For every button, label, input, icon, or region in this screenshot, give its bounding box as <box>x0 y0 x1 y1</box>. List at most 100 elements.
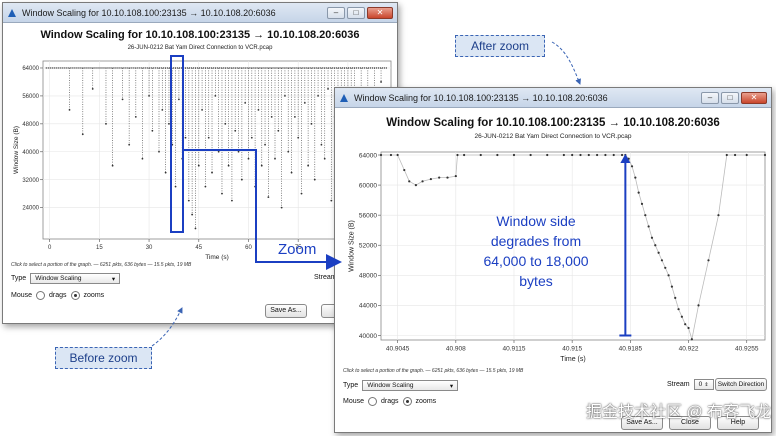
data-point <box>286 67 288 69</box>
x-tick-label: 45 <box>195 245 202 251</box>
data-point <box>91 88 94 90</box>
drags-label: drags <box>381 398 399 405</box>
data-point <box>97 67 99 69</box>
mouse-control: Mouse drags zooms <box>343 397 436 406</box>
data-point <box>284 95 286 97</box>
type-select[interactable]: Window Scaling ▾ <box>30 273 121 284</box>
data-point <box>733 153 737 157</box>
close-window-button[interactable]: ✕ <box>367 6 393 19</box>
data-point <box>127 67 129 69</box>
minimize-button[interactable]: – <box>701 91 719 104</box>
drags-radio[interactable] <box>368 397 378 406</box>
data-point <box>654 244 657 247</box>
zooms-label: zooms <box>415 398 437 405</box>
data-point <box>105 122 107 125</box>
data-point <box>232 67 234 69</box>
data-point <box>61 67 63 69</box>
data-point <box>326 67 328 69</box>
data-point <box>197 164 200 167</box>
data-point <box>637 191 640 194</box>
y-tick-label: 40000 <box>359 333 377 340</box>
x-tick-label: 40.922 <box>679 346 699 353</box>
data-point <box>111 164 114 167</box>
data-point <box>479 153 482 157</box>
data-point <box>262 67 264 69</box>
title-bar[interactable]: Window Scaling for 10.10.108.100:23135 →… <box>335 88 771 108</box>
data-point <box>137 67 139 69</box>
data-point <box>172 67 175 69</box>
data-point <box>107 67 109 69</box>
after-zoom-callout: After zoom <box>455 35 545 57</box>
y-tick-label: 56000 <box>22 94 39 100</box>
data-point <box>237 150 240 153</box>
data-point <box>67 67 69 69</box>
graph-subtitle: 26-JUN-0212 Bat Yam Direct Connection to… <box>127 45 273 51</box>
data-point <box>234 129 237 132</box>
type-select[interactable]: Window Scaling ▾ <box>362 380 459 391</box>
data-point <box>297 136 300 139</box>
data-point <box>164 171 167 174</box>
data-point <box>51 67 53 69</box>
annotation-line-1: Window side <box>496 213 576 229</box>
data-point <box>571 153 574 157</box>
data-point <box>270 115 273 118</box>
type-select-value: Window Scaling <box>367 382 414 389</box>
data-point <box>161 108 164 111</box>
data-point <box>385 67 387 69</box>
data-point <box>414 183 418 187</box>
data-point <box>292 67 294 69</box>
zoom-label: Zoom <box>278 241 317 258</box>
data-point <box>684 323 687 326</box>
maximize-button[interactable]: □ <box>347 6 365 19</box>
data-point <box>307 164 310 167</box>
annotation-line-2: degrades from <box>490 233 582 249</box>
wireshark-fin-icon <box>8 8 16 17</box>
data-point <box>139 67 141 69</box>
zooms-radio[interactable] <box>402 397 412 406</box>
minimize-button[interactable]: – <box>327 6 345 19</box>
y-tick-label: 40000 <box>22 150 39 156</box>
data-point <box>125 67 127 69</box>
data-point <box>266 67 268 69</box>
data-point <box>403 168 406 172</box>
window-title: Window Scaling for 10.10.108.100:23135 →… <box>354 92 608 103</box>
data-point <box>529 153 532 157</box>
data-point <box>650 236 654 239</box>
data-point <box>429 177 432 181</box>
data-point <box>363 67 366 69</box>
data-point <box>644 214 647 217</box>
data-point <box>145 67 147 69</box>
data-point <box>196 67 199 69</box>
data-point <box>55 67 57 69</box>
data-point <box>361 67 364 69</box>
title-bar[interactable]: Window Scaling for 10.10.108.100:23135 →… <box>3 3 397 23</box>
maximize-button[interactable]: □ <box>721 91 739 104</box>
data-point <box>342 67 344 69</box>
data-point <box>763 153 767 157</box>
switch-direction-button[interactable]: Switch Direction <box>715 378 767 391</box>
data-point <box>212 67 214 69</box>
data-point <box>330 199 333 202</box>
data-point <box>174 185 177 188</box>
zooms-radio[interactable] <box>70 291 80 300</box>
close-window-button[interactable]: ✕ <box>741 91 767 104</box>
data-point <box>587 153 590 157</box>
graph-hint: Click to select a portion of the graph. … <box>11 262 192 268</box>
data-point <box>375 67 378 69</box>
data-point <box>446 176 449 179</box>
drags-radio[interactable] <box>36 291 46 300</box>
data-point <box>320 143 323 146</box>
stream-spinner[interactable]: 0 ⇕ <box>693 379 714 390</box>
type-control: Type Window Scaling ▾ <box>11 273 121 284</box>
data-point <box>377 67 380 69</box>
save-as-button[interactable]: Save As... <box>265 304 307 318</box>
y-tick-label: 64000 <box>22 66 39 72</box>
data-point <box>351 67 354 69</box>
x-tick-label: 40.9255 <box>735 346 759 353</box>
data-point <box>75 67 77 69</box>
data-point <box>85 67 87 69</box>
data-point <box>128 143 131 146</box>
data-point <box>186 67 189 69</box>
data-point <box>121 98 124 101</box>
data-point <box>664 266 667 269</box>
